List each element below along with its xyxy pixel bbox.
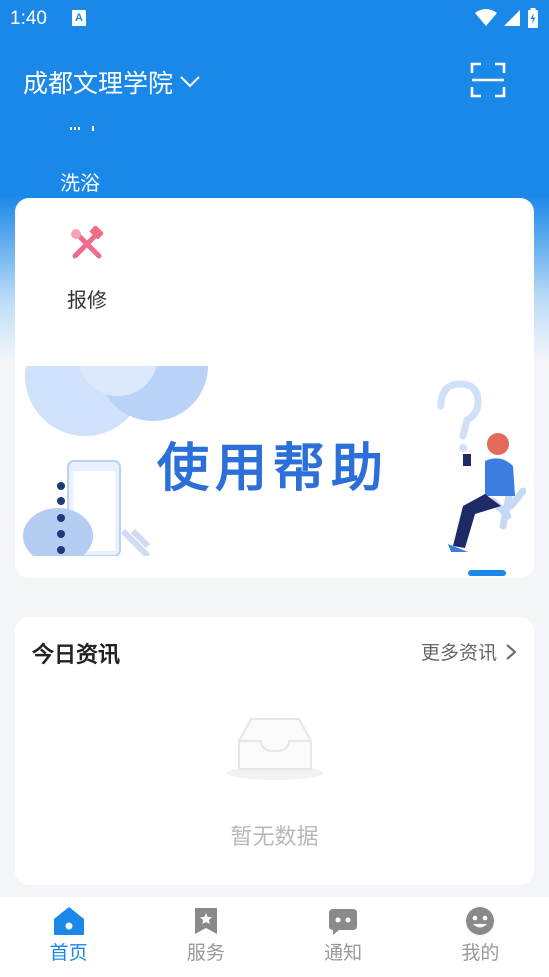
service-item-bath[interactable]: 洗浴 [60,118,104,196]
scan-icon[interactable] [470,62,506,98]
chevron-right-icon [506,643,517,660]
tab-notice[interactable]: 通知 [275,897,412,977]
service-item-repair[interactable]: 报修 [57,226,117,313]
banner-title: 使用帮助 [156,439,389,499]
more-news-link[interactable]: 更多资讯 [421,638,517,665]
tab-mine[interactable]: 我的 [412,897,549,977]
app-header: 成都文理学院 [0,52,549,108]
service-icon [194,908,217,934]
message-icon [329,909,358,935]
tab-label-mine: 我的 [461,942,500,964]
empty-state-text: 暂无数据 [230,825,319,850]
status-time: 1:40 [10,8,47,29]
notification-badge: A [72,10,86,26]
campus-selector[interactable]: 成都文理学院 [23,64,201,100]
battery-icon [528,8,538,28]
tab-home[interactable]: 首页 [0,897,137,977]
campus-name: 成都文理学院 [23,69,174,98]
status-icons [475,8,539,28]
banner-pager-indicator [468,570,506,576]
help-banner[interactable]: 使用帮助 [23,366,526,556]
service-label-bath: 洗浴 [60,171,100,195]
signal-icon [504,10,520,26]
news-title: 今日资讯 [32,643,121,668]
wifi-icon [475,9,497,26]
home-icon [53,907,84,935]
service-card: 报修 使用帮助 [15,198,534,578]
empty-inbox-icon [227,718,323,780]
more-news-label: 更多资讯 [420,642,497,664]
status-bar: 1:40 A [0,0,549,38]
tab-label-notice: 通知 [324,942,363,964]
tab-label-home: 首页 [49,942,88,964]
repair-tools-icon [71,226,104,259]
bath-icon [70,126,94,131]
news-card: 今日资讯 更多资讯 暂无数据 [15,617,534,885]
bottom-tabbar: 首页 服务 通知 我的 [0,897,549,977]
tab-label-service: 服务 [186,942,225,964]
smile-icon [466,907,495,935]
tab-service[interactable]: 服务 [137,897,274,977]
service-label-repair: 报修 [67,288,107,312]
chevron-down-icon [180,76,200,88]
